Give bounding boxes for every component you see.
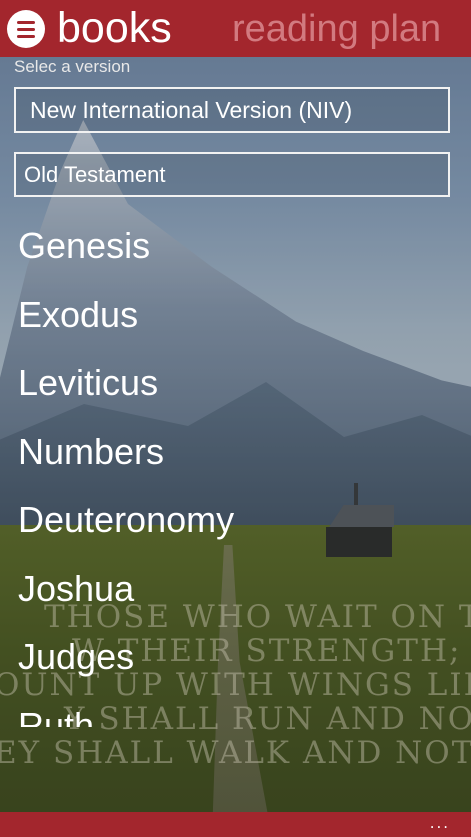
version-label: Selec a version bbox=[14, 57, 131, 76]
book-item-numbers[interactable]: Numbers bbox=[18, 418, 458, 487]
pivot-header: books reading plan bbox=[0, 0, 471, 57]
book-list: Genesis Exodus Leviticus Numbers Deutero… bbox=[18, 212, 458, 727]
book-item-genesis[interactable]: Genesis bbox=[18, 212, 458, 281]
tab-books[interactable]: books bbox=[57, 2, 172, 54]
hamburger-menu-icon[interactable] bbox=[7, 10, 45, 48]
book-item-exodus[interactable]: Exodus bbox=[18, 281, 458, 350]
book-item-joshua[interactable]: Joshua bbox=[18, 555, 458, 624]
app-bar: ... bbox=[0, 812, 471, 837]
version-select[interactable]: New International Version (NIV) bbox=[14, 87, 450, 133]
book-item-deuteronomy[interactable]: Deuteronomy bbox=[18, 486, 458, 555]
testament-select-value: Old Testament bbox=[24, 162, 166, 187]
book-item-ruth[interactable]: Ruth bbox=[18, 692, 458, 728]
version-select-value: New International Version (NIV) bbox=[30, 97, 353, 123]
more-options-button[interactable]: ... bbox=[430, 814, 450, 832]
tab-reading-plan[interactable]: reading plan bbox=[232, 5, 441, 53]
testament-select[interactable]: Old Testament bbox=[14, 152, 450, 197]
book-item-judges[interactable]: Judges bbox=[18, 623, 458, 692]
book-item-leviticus[interactable]: Leviticus bbox=[18, 349, 458, 418]
verse-line: EY SHALL WALK AND NOT FA bbox=[0, 736, 471, 770]
